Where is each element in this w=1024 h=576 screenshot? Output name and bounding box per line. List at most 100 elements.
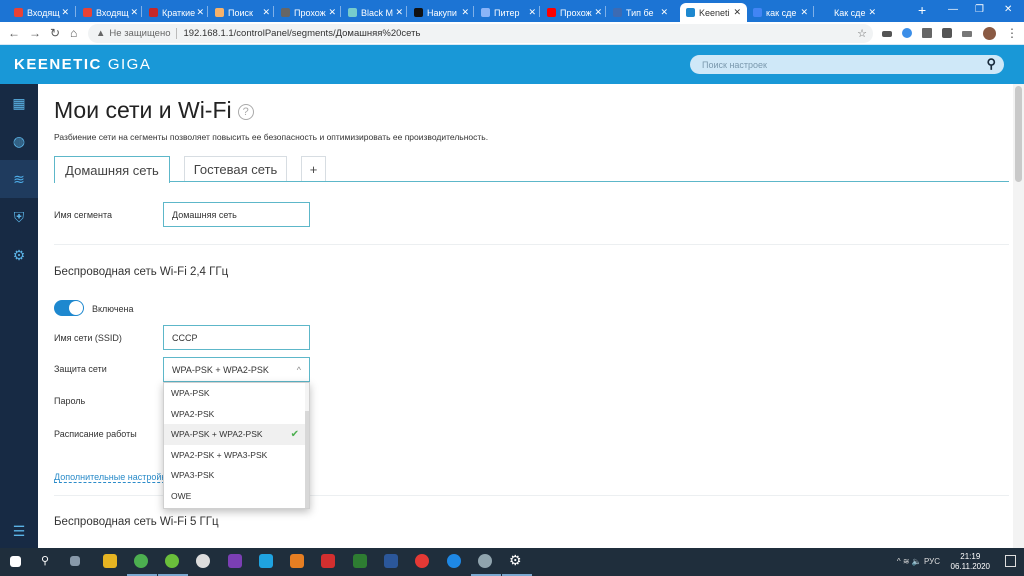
warning-icon: ▲ <box>96 28 106 39</box>
wifi24-toggle[interactable] <box>54 300 84 316</box>
puzzle-icon[interactable] <box>942 28 952 38</box>
browser-tab[interactable]: Входящ ✕ <box>77 3 144 22</box>
sidebar-menu-button[interactable]: ☰ <box>0 512 38 550</box>
star-icon[interactable]: ☆ <box>857 27 867 40</box>
extension-icon[interactable] <box>922 28 932 38</box>
favicon-icon <box>613 8 622 17</box>
security-select[interactable]: WPA-PSK + WPA2-PSK ^ <box>163 357 310 382</box>
browser-tab[interactable]: Тип бе ✕ <box>607 3 674 22</box>
help-icon[interactable]: ? <box>237 103 254 120</box>
windows-start-icon[interactable] <box>10 556 21 567</box>
tab-home-network[interactable]: Домашняя сеть <box>54 156 170 183</box>
settings-gear-icon[interactable]: ⚙ <box>509 552 522 569</box>
close-tab-icon[interactable]: ✕ <box>461 7 469 18</box>
settings-search-input[interactable]: Поиск настроек ⚲ <box>690 55 1004 74</box>
browser-tab[interactable]: Прохож ✕ <box>275 3 342 22</box>
dropdown-option[interactable]: WPA3-PSK <box>164 465 309 486</box>
browser-tab[interactable]: Входящ ✕ <box>8 3 75 22</box>
opera-icon[interactable] <box>415 554 429 568</box>
favicon-icon <box>547 8 556 17</box>
app-icon[interactable] <box>259 554 273 568</box>
add-segment-tab[interactable]: + <box>301 156 326 182</box>
sidebar-item-settings[interactable]: ⚙ <box>0 236 38 274</box>
back-icon[interactable]: ← <box>8 26 20 40</box>
dropdown-option-selected[interactable]: WPA-PSK + WPA2-PSK ✔ <box>164 424 309 445</box>
close-window-button[interactable]: ✕ <box>1004 4 1012 15</box>
close-tab-icon[interactable]: ✕ <box>395 7 403 18</box>
browser-tab[interactable]: Поиск ✕ <box>209 3 276 22</box>
browser-tab[interactable]: Keeneti ✕ <box>680 3 747 22</box>
app-icon[interactable] <box>478 554 492 568</box>
dropdown-option[interactable]: WPA-PSK <box>164 383 309 404</box>
browser-tab[interactable]: Прохож ✕ <box>541 3 608 22</box>
close-tab-icon[interactable]: ✕ <box>733 7 741 18</box>
tab-guest-network[interactable]: Гостевая сеть <box>184 156 287 182</box>
chrome-icon[interactable] <box>134 554 148 568</box>
close-tab-icon[interactable]: ✕ <box>594 7 602 18</box>
app-icon[interactable] <box>290 554 304 568</box>
tab-label: Прохож <box>294 7 326 18</box>
explorer-icon[interactable] <box>103 554 117 568</box>
clock[interactable]: 21:19 06.11.2020 <box>951 552 990 572</box>
sidebar-item-wifi[interactable]: ≋ <box>0 160 38 198</box>
task-view-icon[interactable] <box>70 556 80 566</box>
menu-dots-icon[interactable]: ⋮ <box>1006 26 1018 40</box>
wifi24-heading: Беспроводная сеть Wi-Fi 2,4 ГГц <box>54 266 229 278</box>
close-tab-icon[interactable]: ✕ <box>868 7 876 18</box>
close-tab-icon[interactable]: ✕ <box>196 7 204 18</box>
close-tab-icon[interactable]: ✕ <box>262 7 270 18</box>
favicon-icon <box>83 8 92 17</box>
search-icon[interactable]: ⚲ <box>41 554 49 567</box>
new-tab-button[interactable]: + <box>918 2 926 18</box>
tab-label: Накупи <box>427 7 457 18</box>
extension-icon[interactable] <box>882 31 892 37</box>
sidebar-item-dashboard[interactable]: ▦ <box>0 84 38 122</box>
language-indicator[interactable]: РУС <box>924 557 940 566</box>
favicon-icon <box>215 8 224 17</box>
browser-tab[interactable]: Питер ✕ <box>475 3 542 22</box>
acrobat-icon[interactable] <box>321 554 335 568</box>
home-icon[interactable]: ⌂ <box>70 26 77 40</box>
reload-icon[interactable]: ↻ <box>50 26 60 40</box>
tab-separator <box>273 6 274 17</box>
ssid-input[interactable]: СССР <box>163 325 310 350</box>
extension-icon[interactable] <box>902 28 912 38</box>
notification-icon[interactable] <box>1005 555 1016 567</box>
sidebar-item-internet[interactable]: ◍ <box>0 122 38 160</box>
itunes-icon[interactable] <box>196 554 210 568</box>
forward-icon[interactable]: → <box>29 26 41 40</box>
avatar[interactable] <box>983 27 996 40</box>
close-tab-icon[interactable]: ✕ <box>660 7 668 18</box>
browser-tab[interactable]: Как сде ✕ <box>815 3 882 22</box>
browser-tab[interactable]: Black M ✕ <box>342 3 409 22</box>
minimize-button[interactable]: — <box>948 4 958 15</box>
tray-icons[interactable]: ^ ≋ 🔈 РУС <box>897 557 940 566</box>
excel-icon[interactable] <box>353 554 367 568</box>
browser-tab[interactable]: как сде ✕ <box>747 3 814 22</box>
close-tab-icon[interactable]: ✕ <box>800 7 808 18</box>
advanced-settings-link[interactable]: Дополнительные настройки <box>54 472 171 483</box>
dropdown-option[interactable]: WPA2-PSK + WPA3-PSK <box>164 445 309 466</box>
close-tab-icon[interactable]: ✕ <box>328 7 336 18</box>
browser-tab[interactable]: Накупи ✕ <box>408 3 475 22</box>
url-input[interactable]: ▲ Не защищено 192.168.1.1/controlPanel/s… <box>88 24 873 43</box>
dropdown-scrollbar[interactable] <box>305 383 309 508</box>
scrollbar-thumb[interactable] <box>1015 86 1022 182</box>
dropdown-option[interactable]: OWE <box>164 486 309 507</box>
close-tab-icon[interactable]: ✕ <box>528 7 536 18</box>
close-tab-icon[interactable]: ✕ <box>61 7 69 18</box>
security-dropdown: WPA-PSK WPA2-PSK WPA-PSK + WPA2-PSK ✔ WPA… <box>163 382 310 509</box>
segment-name-input[interactable]: Домашняя сеть <box>163 202 310 227</box>
browser-tab[interactable]: Краткие ✕ <box>143 3 210 22</box>
reading-list-icon[interactable] <box>962 31 972 37</box>
tab-label: Питер <box>494 7 520 18</box>
maximize-button[interactable]: ❐ <box>975 4 984 15</box>
dropdown-option[interactable]: WPA2-PSK <box>164 404 309 425</box>
visual-studio-icon[interactable] <box>228 554 242 568</box>
close-tab-icon[interactable]: ✕ <box>130 7 138 18</box>
edge-icon[interactable] <box>447 554 461 568</box>
sidebar-item-security[interactable]: ⛨ <box>0 198 38 236</box>
word-icon[interactable] <box>384 554 398 568</box>
utorrent-icon[interactable] <box>165 554 179 568</box>
search-icon[interactable]: ⚲ <box>986 56 996 72</box>
